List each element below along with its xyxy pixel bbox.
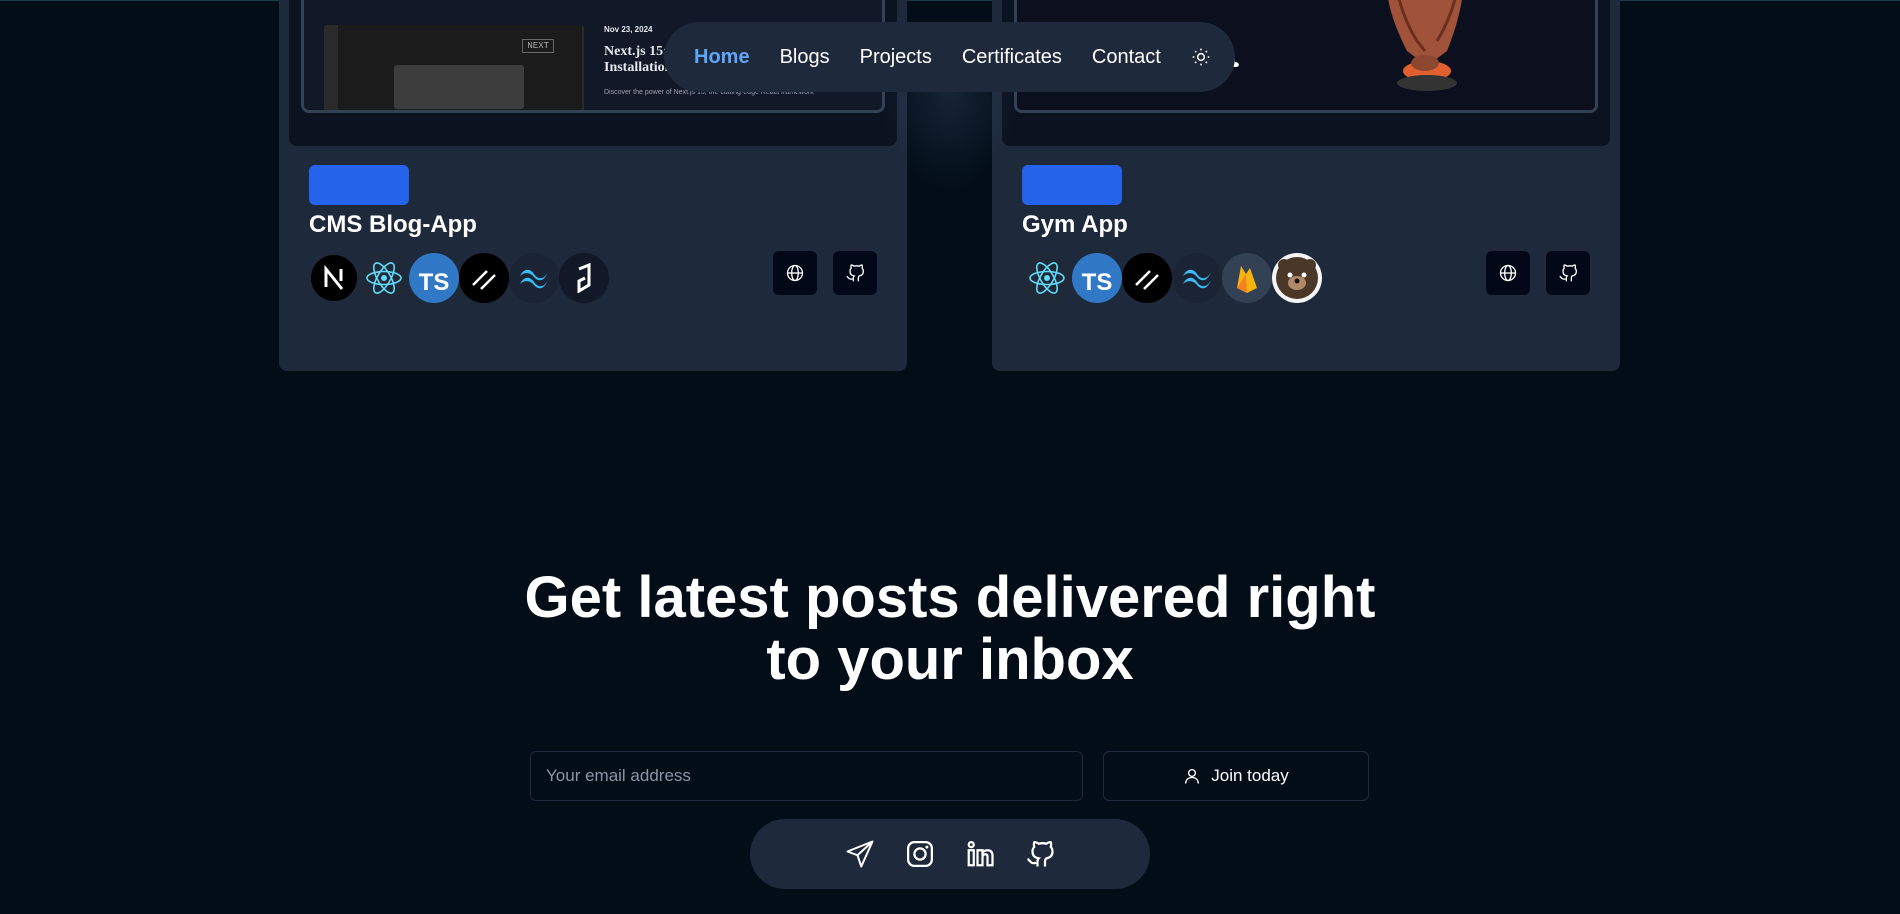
- newsletter-headline-line1: Get latest posts delivered right: [524, 565, 1376, 630]
- react-icon: [1022, 253, 1072, 303]
- athlete-photo: [1388, 0, 1462, 91]
- nav-glow: [880, 91, 1020, 191]
- github-repo-button[interactable]: [1546, 251, 1590, 295]
- project-actions: [773, 251, 877, 295]
- newsletter-headline: Get latest posts delivered right to your…: [450, 567, 1450, 691]
- nav-link-blogs[interactable]: Blogs: [780, 46, 830, 69]
- page: NEXT Nov 23, 2024 Next.js 15: A Installa…: [0, 0, 1900, 914]
- project-actions: [1486, 251, 1590, 295]
- typescript-icon: TS: [409, 253, 459, 303]
- tailwind-icon: [509, 253, 559, 303]
- social-links-bar: [750, 819, 1150, 889]
- github-icon: [1027, 840, 1054, 867]
- github-icon: [846, 264, 865, 282]
- shadcn-icon: [459, 253, 509, 303]
- email-input[interactable]: [530, 751, 1083, 801]
- tailwind-icon: [1172, 253, 1222, 303]
- hygraph-icon: [559, 253, 609, 303]
- linkedin-icon: [967, 841, 994, 867]
- project-title: Gym App: [1022, 211, 1128, 238]
- nav-link-home[interactable]: Home: [694, 46, 750, 69]
- social-linkedin-link[interactable]: [965, 839, 995, 869]
- globe-icon: [1499, 264, 1517, 282]
- social-github-link[interactable]: [1025, 839, 1055, 869]
- project-title: CMS Blog-App: [309, 211, 477, 238]
- main-navbar: Home Blogs Projects Certificates Contact: [664, 22, 1235, 92]
- social-send-link[interactable]: [845, 839, 875, 869]
- project-tag-badge: [1022, 165, 1122, 205]
- send-icon: [846, 840, 874, 868]
- nextjs-icon: [309, 253, 359, 303]
- next-badge: NEXT: [522, 39, 554, 53]
- video-player-thumbnail: [394, 65, 524, 109]
- instagram-icon: [907, 841, 933, 867]
- blog-thumbnail: NEXT: [324, 25, 584, 110]
- live-site-button[interactable]: [1486, 251, 1530, 295]
- globe-icon: [786, 264, 804, 282]
- github-repo-button[interactable]: [833, 251, 877, 295]
- firebase-icon: [1222, 253, 1272, 303]
- theme-toggle-button[interactable]: [1191, 47, 1211, 67]
- newsletter-headline-line2: to your inbox: [766, 627, 1134, 692]
- live-site-button[interactable]: [773, 251, 817, 295]
- join-today-button[interactable]: Join today: [1103, 751, 1369, 801]
- nav-link-projects[interactable]: Projects: [860, 46, 932, 69]
- project-tag-badge: [309, 165, 409, 205]
- zustand-icon: [1272, 253, 1322, 303]
- typescript-icon: TS: [1072, 253, 1122, 303]
- user-icon: [1185, 768, 1200, 784]
- react-icon: [359, 253, 409, 303]
- join-today-label: Join today: [1211, 766, 1289, 785]
- shadcn-icon: [1122, 253, 1172, 303]
- nav-link-certificates[interactable]: Certificates: [962, 46, 1062, 69]
- github-icon: [1559, 264, 1578, 282]
- sun-icon: [1192, 48, 1210, 66]
- social-instagram-link[interactable]: [905, 839, 935, 869]
- blog-date: Nov 23, 2024: [604, 25, 653, 34]
- nav-link-contact[interactable]: Contact: [1092, 46, 1161, 69]
